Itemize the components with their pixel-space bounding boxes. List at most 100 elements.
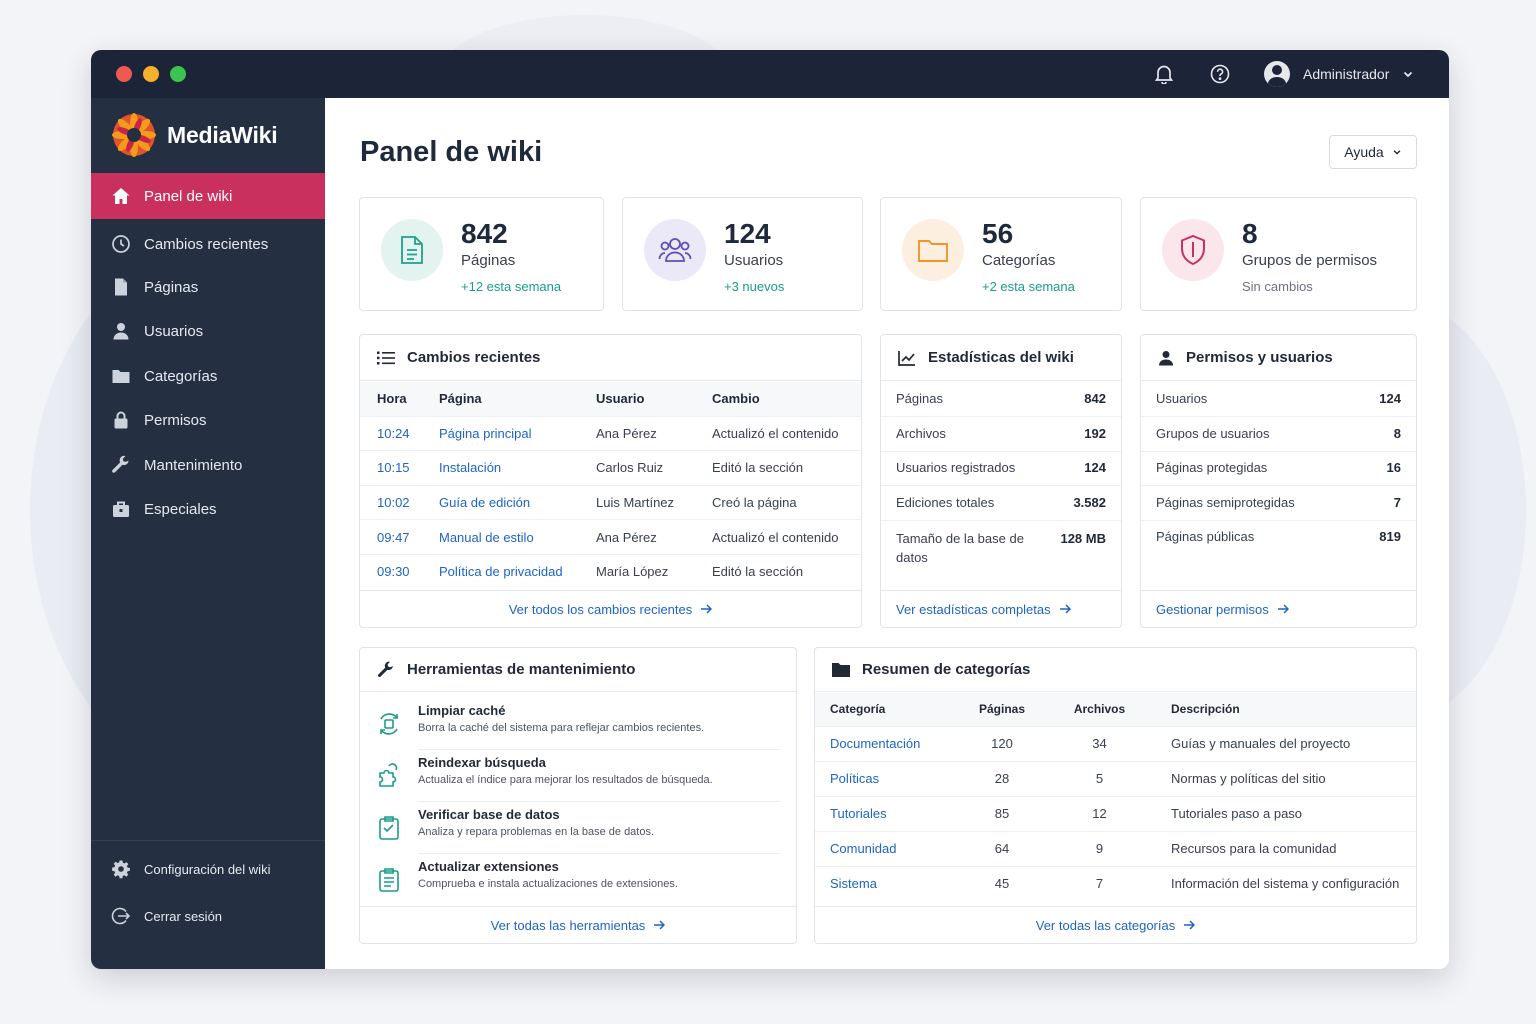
sidebar-item-permissions[interactable]: Permisos xyxy=(91,397,325,443)
footer-link-label: Gestionar permisos xyxy=(1156,601,1269,617)
sidebar-divider xyxy=(91,840,325,841)
arrow-right-icon xyxy=(1059,604,1071,614)
top-bar: Administrador xyxy=(91,50,1449,98)
category-link[interactable]: Tutoriales xyxy=(815,795,951,831)
logo[interactable]: MediaWiki xyxy=(111,112,278,158)
sidebar-item-logout[interactable]: Cerrar sesión xyxy=(91,893,325,939)
user-menu[interactable]: Administrador xyxy=(1264,61,1414,87)
users-icon xyxy=(644,219,706,281)
user-avatar xyxy=(1264,61,1290,87)
sidebar-item-label: Usuarios xyxy=(144,322,204,340)
close-window-button[interactable] xyxy=(116,66,132,82)
description-cell: Tutoriales paso a paso xyxy=(1146,795,1416,831)
tool-title: Actualizar extensiones xyxy=(418,859,559,874)
stat-row: Ediciones totales 3.582 xyxy=(881,495,1121,510)
perm-row: Páginas públicas 819 xyxy=(1141,529,1416,544)
description-cell: Normas y políticas del sitio xyxy=(1146,760,1416,796)
sidebar-item-pages[interactable]: Páginas xyxy=(91,264,325,310)
stat-card-pages[interactable]: 842 Páginas +12 esta semana xyxy=(359,197,604,311)
manage-permissions-link[interactable]: Gestionar permisos xyxy=(1141,590,1416,627)
panel-title: Resumen de categorías xyxy=(862,661,1031,678)
column-header[interactable]: Usuario xyxy=(596,382,712,416)
column-header[interactable]: Archivos xyxy=(1053,693,1146,726)
table-row: Tutoriales 85 12 Tutoriales paso a paso xyxy=(815,795,1416,831)
table-row: 10:24 Página principal Ana Pérez Actuali… xyxy=(360,415,861,451)
lock-icon xyxy=(114,411,128,429)
column-header[interactable]: Páginas xyxy=(951,693,1053,726)
description-cell: Información del sistema y configuración xyxy=(1146,865,1416,901)
chevron-down-icon xyxy=(1404,71,1413,78)
stat-change: +12 esta semana xyxy=(461,279,562,294)
change-cell: Creó la página xyxy=(712,484,861,520)
footer-link-label: Ver todos los cambios recientes xyxy=(508,601,693,617)
maximize-window-button[interactable] xyxy=(170,66,186,82)
column-header[interactable]: Categoría xyxy=(815,693,951,726)
sidebar-item-settings[interactable]: Configuración del wiki xyxy=(91,846,325,892)
tool-update-extensions[interactable]: Actualizar extensiones Comprueba e insta… xyxy=(375,859,781,911)
stat-row: Archivos 192 xyxy=(881,426,1121,441)
category-link[interactable]: Documentación xyxy=(815,725,951,761)
column-header[interactable]: Página xyxy=(439,382,596,416)
stat-card-users[interactable]: 124 Usuarios +3 nuevos xyxy=(622,197,863,311)
recent-changes-panel: Cambios recientes Hora Página Usuario Ca… xyxy=(359,334,862,628)
category-link[interactable]: Comunidad xyxy=(815,830,951,866)
pages-cell: 28 xyxy=(951,760,1053,796)
sidebar-item-label: Panel de wiki xyxy=(144,187,233,205)
stat-card-permission-groups[interactable]: 8 Grupos de permisos Sin cambios xyxy=(1140,197,1417,311)
time-link[interactable]: 09:47 xyxy=(360,519,439,555)
arrow-right-icon xyxy=(1277,604,1289,614)
stat-change: +2 esta semana xyxy=(982,279,1075,294)
table-row: Políticas 28 5 Normas y políticas del si… xyxy=(815,760,1416,796)
panel-title: Herramientas de mantenimiento xyxy=(407,661,636,678)
sidebar-item-specials[interactable]: Especiales xyxy=(91,486,325,532)
category-link[interactable]: Sistema xyxy=(815,865,951,901)
category-link[interactable]: Políticas xyxy=(815,760,951,796)
column-header[interactable]: Hora xyxy=(360,382,439,416)
bell-icon[interactable] xyxy=(1153,63,1175,85)
time-link[interactable]: 10:24 xyxy=(360,415,439,451)
time-link[interactable]: 09:30 xyxy=(360,553,439,589)
gear-icon xyxy=(112,860,130,879)
page-link[interactable]: Instalación xyxy=(439,450,596,486)
view-all-recent-changes-link[interactable]: Ver todos los cambios recientes xyxy=(360,590,861,627)
stat-value: 8 xyxy=(1242,218,1258,249)
change-cell: Editó la sección xyxy=(712,450,861,486)
table-header-row: Hora Página Usuario Cambio xyxy=(360,382,861,416)
sidebar-item-panel[interactable]: Panel de wiki xyxy=(91,173,325,219)
sidebar-item-users[interactable]: Usuarios xyxy=(91,308,325,354)
perm-row: Páginas semiprotegidas 7 xyxy=(1141,495,1416,510)
sidebar-item-label: Permisos xyxy=(144,411,207,429)
stat-card-categories[interactable]: 56 Categorías +2 esta semana xyxy=(880,197,1122,311)
list-icon xyxy=(377,351,395,364)
page-link[interactable]: Política de privacidad xyxy=(439,553,596,589)
table-row: 10:15 Instalación Carlos Ruiz Editó la s… xyxy=(360,450,861,486)
view-all-categories-link[interactable]: Ver todas las categorías xyxy=(815,906,1416,943)
sidebar-item-recent-changes[interactable]: Cambios recientes xyxy=(91,221,325,267)
tool-title: Verificar base de datos xyxy=(418,807,560,822)
sidebar-item-maintenance[interactable]: Mantenimiento xyxy=(91,442,325,488)
column-header[interactable]: Descripción xyxy=(1146,693,1416,726)
perm-row-label: Páginas públicas xyxy=(1156,529,1255,544)
view-full-statistics-link[interactable]: Ver estadísticas completas xyxy=(881,590,1121,627)
perm-row: Usuarios 124 xyxy=(1141,391,1416,406)
table-row: 09:47 Manual de estilo Ana Pérez Actuali… xyxy=(360,519,861,555)
help-dropdown-button[interactable]: Ayuda xyxy=(1329,135,1417,169)
cache-icon xyxy=(375,710,403,738)
tool-reindex-search[interactable]: Reindexar búsqueda Actualiza el índice p… xyxy=(375,755,781,807)
sidebar-item-label: Configuración del wiki xyxy=(144,861,271,877)
help-icon[interactable] xyxy=(1209,63,1231,85)
tool-verify-database[interactable]: Verificar base de datos Analiza y repara… xyxy=(375,807,781,859)
page-link[interactable]: Manual de estilo xyxy=(439,519,596,555)
column-header[interactable]: Cambio xyxy=(712,382,861,416)
page-link[interactable]: Página principal xyxy=(439,415,596,451)
sidebar-item-categories[interactable]: Categorías xyxy=(91,353,325,399)
tool-clear-cache[interactable]: Limpiar caché Borra la caché del sistema… xyxy=(375,703,781,755)
view-all-tools-link[interactable]: Ver todas las herramientas xyxy=(360,906,796,943)
perm-row-value: 8 xyxy=(1393,426,1401,441)
perm-row-label: Páginas protegidas xyxy=(1156,460,1268,475)
minimize-window-button[interactable] xyxy=(143,66,159,82)
time-link[interactable]: 10:02 xyxy=(360,484,439,520)
stat-row-value: 192 xyxy=(1084,426,1106,441)
time-link[interactable]: 10:15 xyxy=(360,450,439,486)
page-link[interactable]: Guía de edición xyxy=(439,484,596,520)
